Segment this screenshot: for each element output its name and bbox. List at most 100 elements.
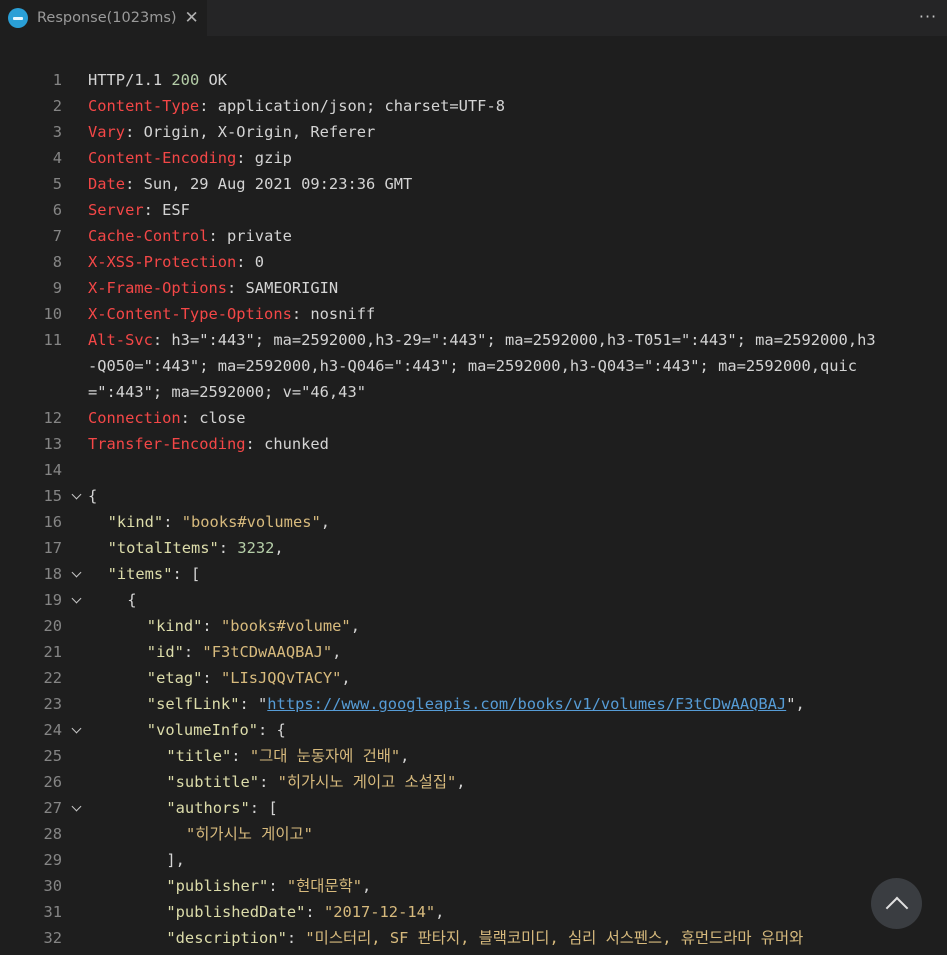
- json-key: "description": [166, 929, 287, 947]
- code-text: ,: [400, 747, 410, 765]
- line-number: 6: [52, 201, 62, 219]
- line-number: 2: [52, 97, 62, 115]
- code-line: 2 Content-Type: application/json; charset…: [0, 93, 947, 119]
- code-line: 24 "volumeInfo": {: [0, 717, 947, 743]
- code-content: "etag": "LIsJQQvTACY",: [88, 665, 351, 691]
- code-text: OK: [199, 71, 228, 89]
- code-line: 29],: [0, 847, 947, 873]
- code-text: ,: [362, 877, 372, 895]
- line-number: 14: [43, 461, 62, 479]
- code-content: {: [88, 587, 136, 613]
- code-line: 12 Connection: close: [0, 405, 947, 431]
- code-text: : ": [239, 695, 268, 713]
- json-key: "volumeInfo": [146, 721, 258, 739]
- fold-chevron-icon[interactable]: [66, 587, 86, 613]
- json-string: "books#volumes": [181, 513, 321, 531]
- code-text: ,: [341, 669, 351, 687]
- code-text: : {: [258, 721, 286, 739]
- tab-bar: Response(1023ms) ✕ ···: [0, 0, 947, 36]
- code-line: =":443"; ma=2592000; v="46,43": [0, 379, 947, 405]
- code-line: 23 "selfLink": "https://www.googleapis.co…: [0, 691, 947, 717]
- code-line: 32 "description": "미스터리, SF 판타지, 블랙코미디, 심…: [0, 925, 947, 951]
- scroll-to-top-button[interactable]: [871, 878, 922, 929]
- line-number: 27: [43, 799, 62, 817]
- code-line: 15 {: [0, 483, 947, 509]
- code-line: 5 Date: Sun, 29 Aug 2021 09:23:36 GMT: [0, 171, 947, 197]
- code-line: 18 "items": [: [0, 561, 947, 587]
- code-text: {: [127, 591, 137, 609]
- header-key: Content-Type: [88, 97, 200, 115]
- code-line: 21 "id": "F3tCDwAAQBAJ",: [0, 639, 947, 665]
- json-string: "books#volume": [220, 617, 351, 635]
- code-content: "publishedDate": "2017-12-14",: [88, 899, 444, 925]
- close-icon[interactable]: ✕: [185, 8, 199, 28]
- code-text: : ESF: [143, 201, 190, 219]
- code-line: 26 "subtitle": "히가시노 게이고 소설집",: [0, 769, 947, 795]
- line-number: 7: [52, 227, 62, 245]
- json-key: "items": [107, 565, 173, 583]
- line-number: 13: [43, 435, 62, 453]
- code-text: ,: [456, 773, 466, 791]
- line-number: 20: [43, 617, 62, 635]
- json-string: "그대 눈동자에 건배": [249, 747, 401, 765]
- json-key: "id": [146, 643, 184, 661]
- line-number: 32: [43, 929, 62, 947]
- code-text: ,: [320, 513, 331, 531]
- code-text: :: [202, 617, 221, 635]
- line-number: 16: [43, 513, 62, 531]
- code-content: Date: Sun, 29 Aug 2021 09:23:36 GMT: [88, 171, 412, 197]
- rest-client-icon: [8, 8, 28, 28]
- json-key: "selfLink": [146, 695, 240, 713]
- code-content: Connection: close: [88, 405, 246, 431]
- code-line: 10 X-Content-Type-Options: nosniff: [0, 301, 947, 327]
- code-content: "id": "F3tCDwAAQBAJ",: [88, 639, 342, 665]
- code-text: : nosniff: [291, 305, 376, 323]
- code-text: : close: [180, 409, 246, 427]
- code-content: ],: [88, 847, 185, 873]
- code-text: : h3=":443"; ma=2592000,h3-29=":443"; ma…: [152, 331, 876, 349]
- self-link[interactable]: https://www.googleapis.com/books/v1/volu…: [267, 695, 786, 713]
- code-content: "items": [: [88, 561, 201, 587]
- line-number: 1: [52, 71, 62, 89]
- code-text: =":443"; ma=2592000; v="46,43": [88, 383, 366, 401]
- code-line: 25 "title": "그대 눈동자에 건배",: [0, 743, 947, 769]
- code-content: X-XSS-Protection: 0: [88, 249, 264, 275]
- header-key: Connection: [88, 409, 181, 427]
- line-number: 22: [43, 669, 62, 687]
- code-text: :: [218, 539, 238, 557]
- code-content: "totalItems": 3232,: [88, 535, 284, 561]
- header-key: Transfer-Encoding: [88, 435, 246, 453]
- code-line: 22 "etag": "LIsJQQvTACY",: [0, 665, 947, 691]
- line-number: 23: [43, 695, 62, 713]
- line-number: 4: [52, 149, 62, 167]
- json-key: "title": [166, 747, 232, 765]
- more-actions-icon[interactable]: ···: [915, 4, 941, 30]
- json-string: "F3tCDwAAQBAJ": [202, 643, 333, 661]
- json-string: "현대문학": [286, 877, 363, 895]
- code-text: : [: [172, 565, 201, 583]
- code-text: ,: [350, 617, 360, 635]
- fold-chevron-icon[interactable]: [66, 483, 86, 509]
- json-key: "kind": [146, 617, 203, 635]
- line-number: 21: [43, 643, 62, 661]
- code-text: : Sun, 29 Aug 2021 09:23:36 GMT: [125, 175, 413, 193]
- fold-chevron-icon[interactable]: [66, 795, 86, 821]
- header-key: Vary: [88, 123, 126, 141]
- code-content: Transfer-Encoding: chunked: [88, 431, 329, 457]
- response-editor[interactable]: 1 HTTP/1.1 200 OK 2 Content-Type: applicati…: [0, 67, 947, 955]
- line-number: 15: [43, 487, 62, 505]
- code-content: X-Content-Type-Options: nosniff: [88, 301, 375, 327]
- line-number: 10: [43, 305, 62, 323]
- line-number: 8: [52, 253, 62, 271]
- fold-chevron-icon[interactable]: [66, 717, 86, 743]
- json-string: "히가시노 게이고 소설집": [277, 773, 457, 791]
- code-line: 7 Cache-Control: private: [0, 223, 947, 249]
- fold-chevron-icon[interactable]: [66, 561, 86, 587]
- code-text: :: [231, 747, 250, 765]
- code-line: 31 "publishedDate": "2017-12-14",: [0, 899, 947, 925]
- tab-response[interactable]: Response(1023ms) ✕: [0, 0, 208, 36]
- code-line: 9 X-Frame-Options: SAMEORIGIN: [0, 275, 947, 301]
- code-line: 14: [0, 457, 947, 483]
- code-text: : [: [249, 799, 278, 817]
- json-key: "publisher": [166, 877, 269, 895]
